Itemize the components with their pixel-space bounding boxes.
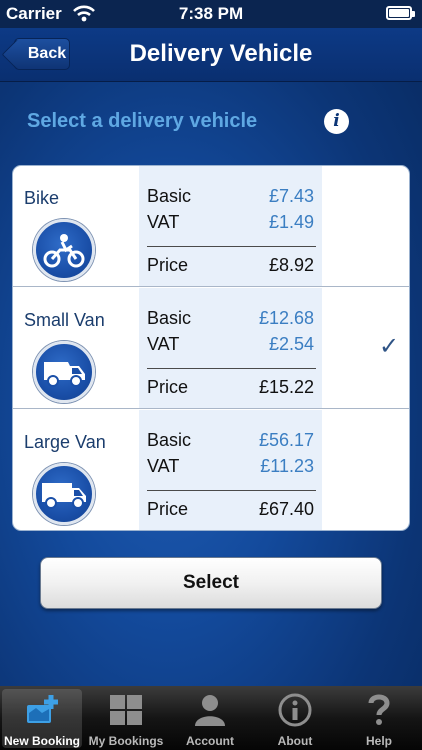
vehicle-row-large-van[interactable]: Large Van Basic £56.17 VAT £11.23 Price … <box>13 410 409 530</box>
vehicle-row-small-van[interactable]: Small Van Basic £12.68 VAT £2.54 Price £… <box>13 288 409 409</box>
vehicle-row-bike[interactable]: Bike Basic £7.43 VAT £1.49 Price £8.92 <box>13 166 409 287</box>
tab-label: My Bookings <box>88 734 164 748</box>
price-panel: Basic £56.17 VAT £11.23 Price £67.40 <box>139 410 322 530</box>
divider <box>147 246 316 247</box>
price-label: Price <box>147 255 189 275</box>
tab-label: About <box>277 734 313 748</box>
tab-my-bookings[interactable]: My Bookings <box>86 689 166 748</box>
divider <box>147 368 316 369</box>
basic-label: Basic <box>147 430 192 450</box>
price-panel: Basic £12.68 VAT £2.54 Price £15.22 <box>139 288 322 408</box>
tab-bar: New Booking My Bookings Account About He… <box>0 686 422 750</box>
question-icon <box>368 694 390 725</box>
info-icon[interactable]: i <box>324 109 349 134</box>
clock: 7:38 PM <box>178 4 244 23</box>
vehicle-table: Bike Basic £7.43 VAT £1.49 Price £8.92 S… <box>12 165 410 531</box>
tab-about[interactable]: About <box>255 689 335 748</box>
small-van-icon <box>33 341 95 403</box>
page-title: Delivery Vehicle <box>129 40 313 67</box>
vat-value: £2.54 <box>268 334 314 354</box>
tab-label: Help <box>365 734 392 748</box>
tab-label: Account <box>186 734 234 748</box>
basic-label: Basic <box>147 308 192 328</box>
grid-icon <box>110 695 142 725</box>
motorbike-icon <box>33 219 95 281</box>
navigation-bar: Back Delivery Vehicle <box>0 28 422 82</box>
vat-value: £11.23 <box>260 456 314 476</box>
vehicle-name: Bike <box>24 188 60 208</box>
divider <box>147 490 316 491</box>
vehicle-name: Large Van <box>24 432 106 452</box>
price-label: Price <box>147 499 189 519</box>
vat-label: VAT <box>147 212 180 232</box>
tab-help[interactable]: Help <box>339 689 419 748</box>
select-vehicle-heading: Select a delivery vehicle <box>27 110 258 132</box>
price-value: £15.22 <box>258 377 314 397</box>
vat-label: VAT <box>147 456 180 476</box>
select-button[interactable]: Select <box>40 557 382 609</box>
person-icon <box>195 695 225 726</box>
price-label: Price <box>147 377 189 397</box>
battery-icon <box>386 6 415 20</box>
back-button[interactable]: Back <box>14 38 70 70</box>
tab-label: New Booking <box>3 734 80 748</box>
new-booking-icon <box>27 695 58 723</box>
vehicle-name: Small Van <box>24 310 105 330</box>
info-icon <box>278 693 312 727</box>
vat-label: VAT <box>147 334 180 354</box>
large-van-icon <box>33 463 95 525</box>
back-button-label: Back <box>27 45 67 62</box>
status-bar: Carrier 7:38 PM <box>0 0 422 28</box>
price-panel: Basic £7.43 VAT £1.49 Price £8.92 <box>139 166 322 286</box>
price-value: £67.40 <box>258 499 314 519</box>
price-value: £8.92 <box>268 255 314 275</box>
selected-checkmark-icon: ✓ <box>379 333 400 360</box>
vat-value: £1.49 <box>268 212 314 232</box>
tab-new-booking[interactable]: New Booking <box>2 689 82 748</box>
basic-value: £7.43 <box>268 186 314 206</box>
basic-value: £12.68 <box>258 308 314 328</box>
basic-value: £56.17 <box>258 430 314 450</box>
tab-account[interactable]: Account <box>170 689 250 748</box>
basic-label: Basic <box>147 186 192 206</box>
